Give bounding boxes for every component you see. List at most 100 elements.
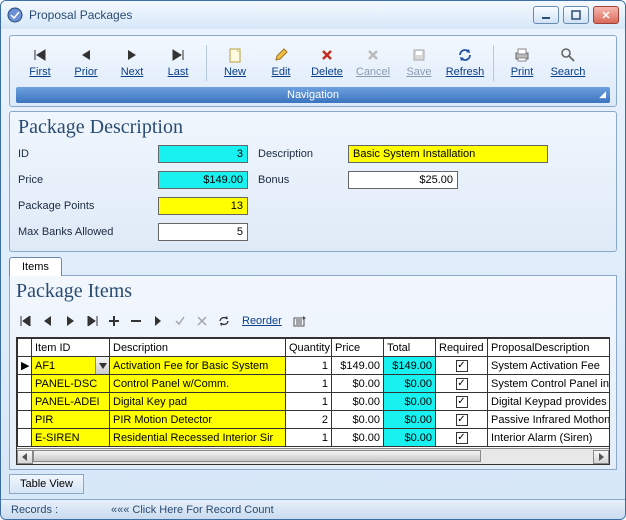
grid-add-icon[interactable]: [106, 313, 122, 329]
description-field[interactable]: Basic System Installation: [348, 145, 548, 163]
cell-price[interactable]: $0.00: [332, 393, 384, 411]
cell-quantity[interactable]: 1: [286, 429, 332, 447]
cell-description[interactable]: Residential Recessed Interior Sir: [110, 429, 286, 447]
table-row[interactable]: E-SIRENResidential Recessed Interior Sir…: [18, 429, 611, 447]
edit-button[interactable]: Edit: [259, 41, 303, 83]
grid-prior-icon[interactable]: [40, 313, 56, 329]
cell-description[interactable]: PIR Motion Detector: [110, 411, 286, 429]
cell-description[interactable]: Control Panel w/Comm.: [110, 375, 286, 393]
grid-first-icon[interactable]: [18, 313, 34, 329]
cell-price[interactable]: $149.00: [332, 357, 384, 375]
items-grid[interactable]: Item ID Description Quantity Price Total…: [16, 337, 610, 465]
cell-total[interactable]: $0.00: [384, 429, 436, 447]
cell-required[interactable]: [436, 375, 488, 393]
col-price[interactable]: Price: [332, 339, 384, 357]
grid-post-icon[interactable]: [172, 313, 188, 329]
cell-required[interactable]: [436, 411, 488, 429]
cell-item-id[interactable]: PIR: [32, 411, 110, 429]
navigation-strip[interactable]: Navigation ◢: [16, 87, 610, 103]
checkbox-icon[interactable]: [456, 432, 468, 444]
reorder-button[interactable]: Reorder: [238, 313, 286, 329]
cell-proposal-desc[interactable]: Digital Keypad provides comple: [488, 393, 611, 411]
col-quantity[interactable]: Quantity: [286, 339, 332, 357]
dropdown-icon[interactable]: [95, 357, 109, 374]
cell-description[interactable]: Digital Key pad: [110, 393, 286, 411]
checkbox-icon[interactable]: [456, 396, 468, 408]
table-row[interactable]: PIRPIR Motion Detector2$0.00$0.00Passive…: [18, 411, 611, 429]
cell-total[interactable]: $149.00: [384, 357, 436, 375]
cell-proposal-desc[interactable]: System Control Panel included: [488, 375, 611, 393]
col-proposal-desc[interactable]: ProposalDescription: [488, 339, 611, 357]
scroll-thumb[interactable]: [33, 450, 481, 462]
minimize-button[interactable]: [533, 6, 559, 24]
scroll-left-icon[interactable]: [17, 450, 33, 464]
cell-quantity[interactable]: 2: [286, 411, 332, 429]
col-item-id[interactable]: Item ID: [32, 339, 110, 357]
grid-extra-icon[interactable]: [292, 313, 308, 329]
save-button[interactable]: Save: [397, 41, 441, 83]
next-button[interactable]: Next: [110, 41, 154, 83]
cell-required[interactable]: [436, 429, 488, 447]
refresh-button[interactable]: Refresh: [443, 41, 487, 83]
cancel-button[interactable]: Cancel: [351, 41, 395, 83]
cell-price[interactable]: $0.00: [332, 375, 384, 393]
checkbox-icon[interactable]: [456, 378, 468, 390]
prior-button[interactable]: Prior: [64, 41, 108, 83]
items-tab[interactable]: Items: [9, 257, 62, 276]
checkbox-icon[interactable]: [456, 414, 468, 426]
refresh-label: Refresh: [446, 66, 485, 78]
last-button[interactable]: Last: [156, 41, 200, 83]
scroll-right-icon[interactable]: [593, 450, 609, 464]
cell-proposal-desc[interactable]: System Activation Fee: [488, 357, 611, 375]
cell-total[interactable]: $0.00: [384, 375, 436, 393]
table-row[interactable]: ▶AF1Activation Fee for Basic System1$149…: [18, 357, 611, 375]
cell-item-id[interactable]: E-SIREN: [32, 429, 110, 447]
cell-price[interactable]: $0.00: [332, 411, 384, 429]
cell-required[interactable]: [436, 393, 488, 411]
table-view-tab[interactable]: Table View: [9, 474, 84, 494]
col-required[interactable]: Required: [436, 339, 488, 357]
bonus-field[interactable]: $25.00: [348, 171, 458, 189]
cell-proposal-desc[interactable]: Interior Alarm (Siren): [488, 429, 611, 447]
cell-item-id[interactable]: PANEL-ADEI: [32, 393, 110, 411]
grid-remove-icon[interactable]: [128, 313, 144, 329]
cell-description[interactable]: Activation Fee for Basic System: [110, 357, 286, 375]
delete-button[interactable]: Delete: [305, 41, 349, 83]
records-hint[interactable]: ««« Click Here For Record Count: [111, 504, 274, 516]
grid-last-icon[interactable]: [84, 313, 100, 329]
grid-next-icon[interactable]: [62, 313, 78, 329]
points-field[interactable]: 13: [158, 197, 248, 215]
new-button[interactable]: New: [213, 41, 257, 83]
first-button[interactable]: First: [18, 41, 62, 83]
cancel-label: Cancel: [356, 66, 390, 78]
grid-refresh-icon[interactable]: [216, 313, 232, 329]
cell-item-id[interactable]: PANEL-DSC: [32, 375, 110, 393]
cell-quantity[interactable]: 1: [286, 357, 332, 375]
search-icon: [560, 46, 576, 64]
cell-quantity[interactable]: 1: [286, 393, 332, 411]
table-row[interactable]: PANEL-ADEIDigital Key pad1$0.00$0.00Digi…: [18, 393, 611, 411]
maximize-button[interactable]: [563, 6, 589, 24]
cell-quantity[interactable]: 1: [286, 375, 332, 393]
close-button[interactable]: [593, 6, 619, 24]
maxbanks-field[interactable]: 5: [158, 223, 248, 241]
col-total[interactable]: Total: [384, 339, 436, 357]
search-button[interactable]: Search: [546, 41, 590, 83]
price-field[interactable]: $149.00: [158, 171, 248, 189]
id-field[interactable]: 3: [158, 145, 248, 163]
grid-hscrollbar[interactable]: [17, 448, 609, 464]
table-view-tab-row: Table View: [9, 474, 617, 494]
grid-edit-icon[interactable]: [150, 313, 166, 329]
cell-proposal-desc[interactable]: Passive Infrared Mothon Detec: [488, 411, 611, 429]
grid-cancel-icon[interactable]: [194, 313, 210, 329]
print-button[interactable]: Print: [500, 41, 544, 83]
table-row[interactable]: PANEL-DSCControl Panel w/Comm.1$0.00$0.0…: [18, 375, 611, 393]
col-description[interactable]: Description: [110, 339, 286, 357]
row-indicator: [18, 429, 32, 447]
cell-total[interactable]: $0.00: [384, 411, 436, 429]
cell-total[interactable]: $0.00: [384, 393, 436, 411]
cell-price[interactable]: $0.00: [332, 429, 384, 447]
cell-item-id[interactable]: AF1: [32, 357, 110, 375]
cell-required[interactable]: [436, 357, 488, 375]
checkbox-icon[interactable]: [456, 360, 468, 372]
